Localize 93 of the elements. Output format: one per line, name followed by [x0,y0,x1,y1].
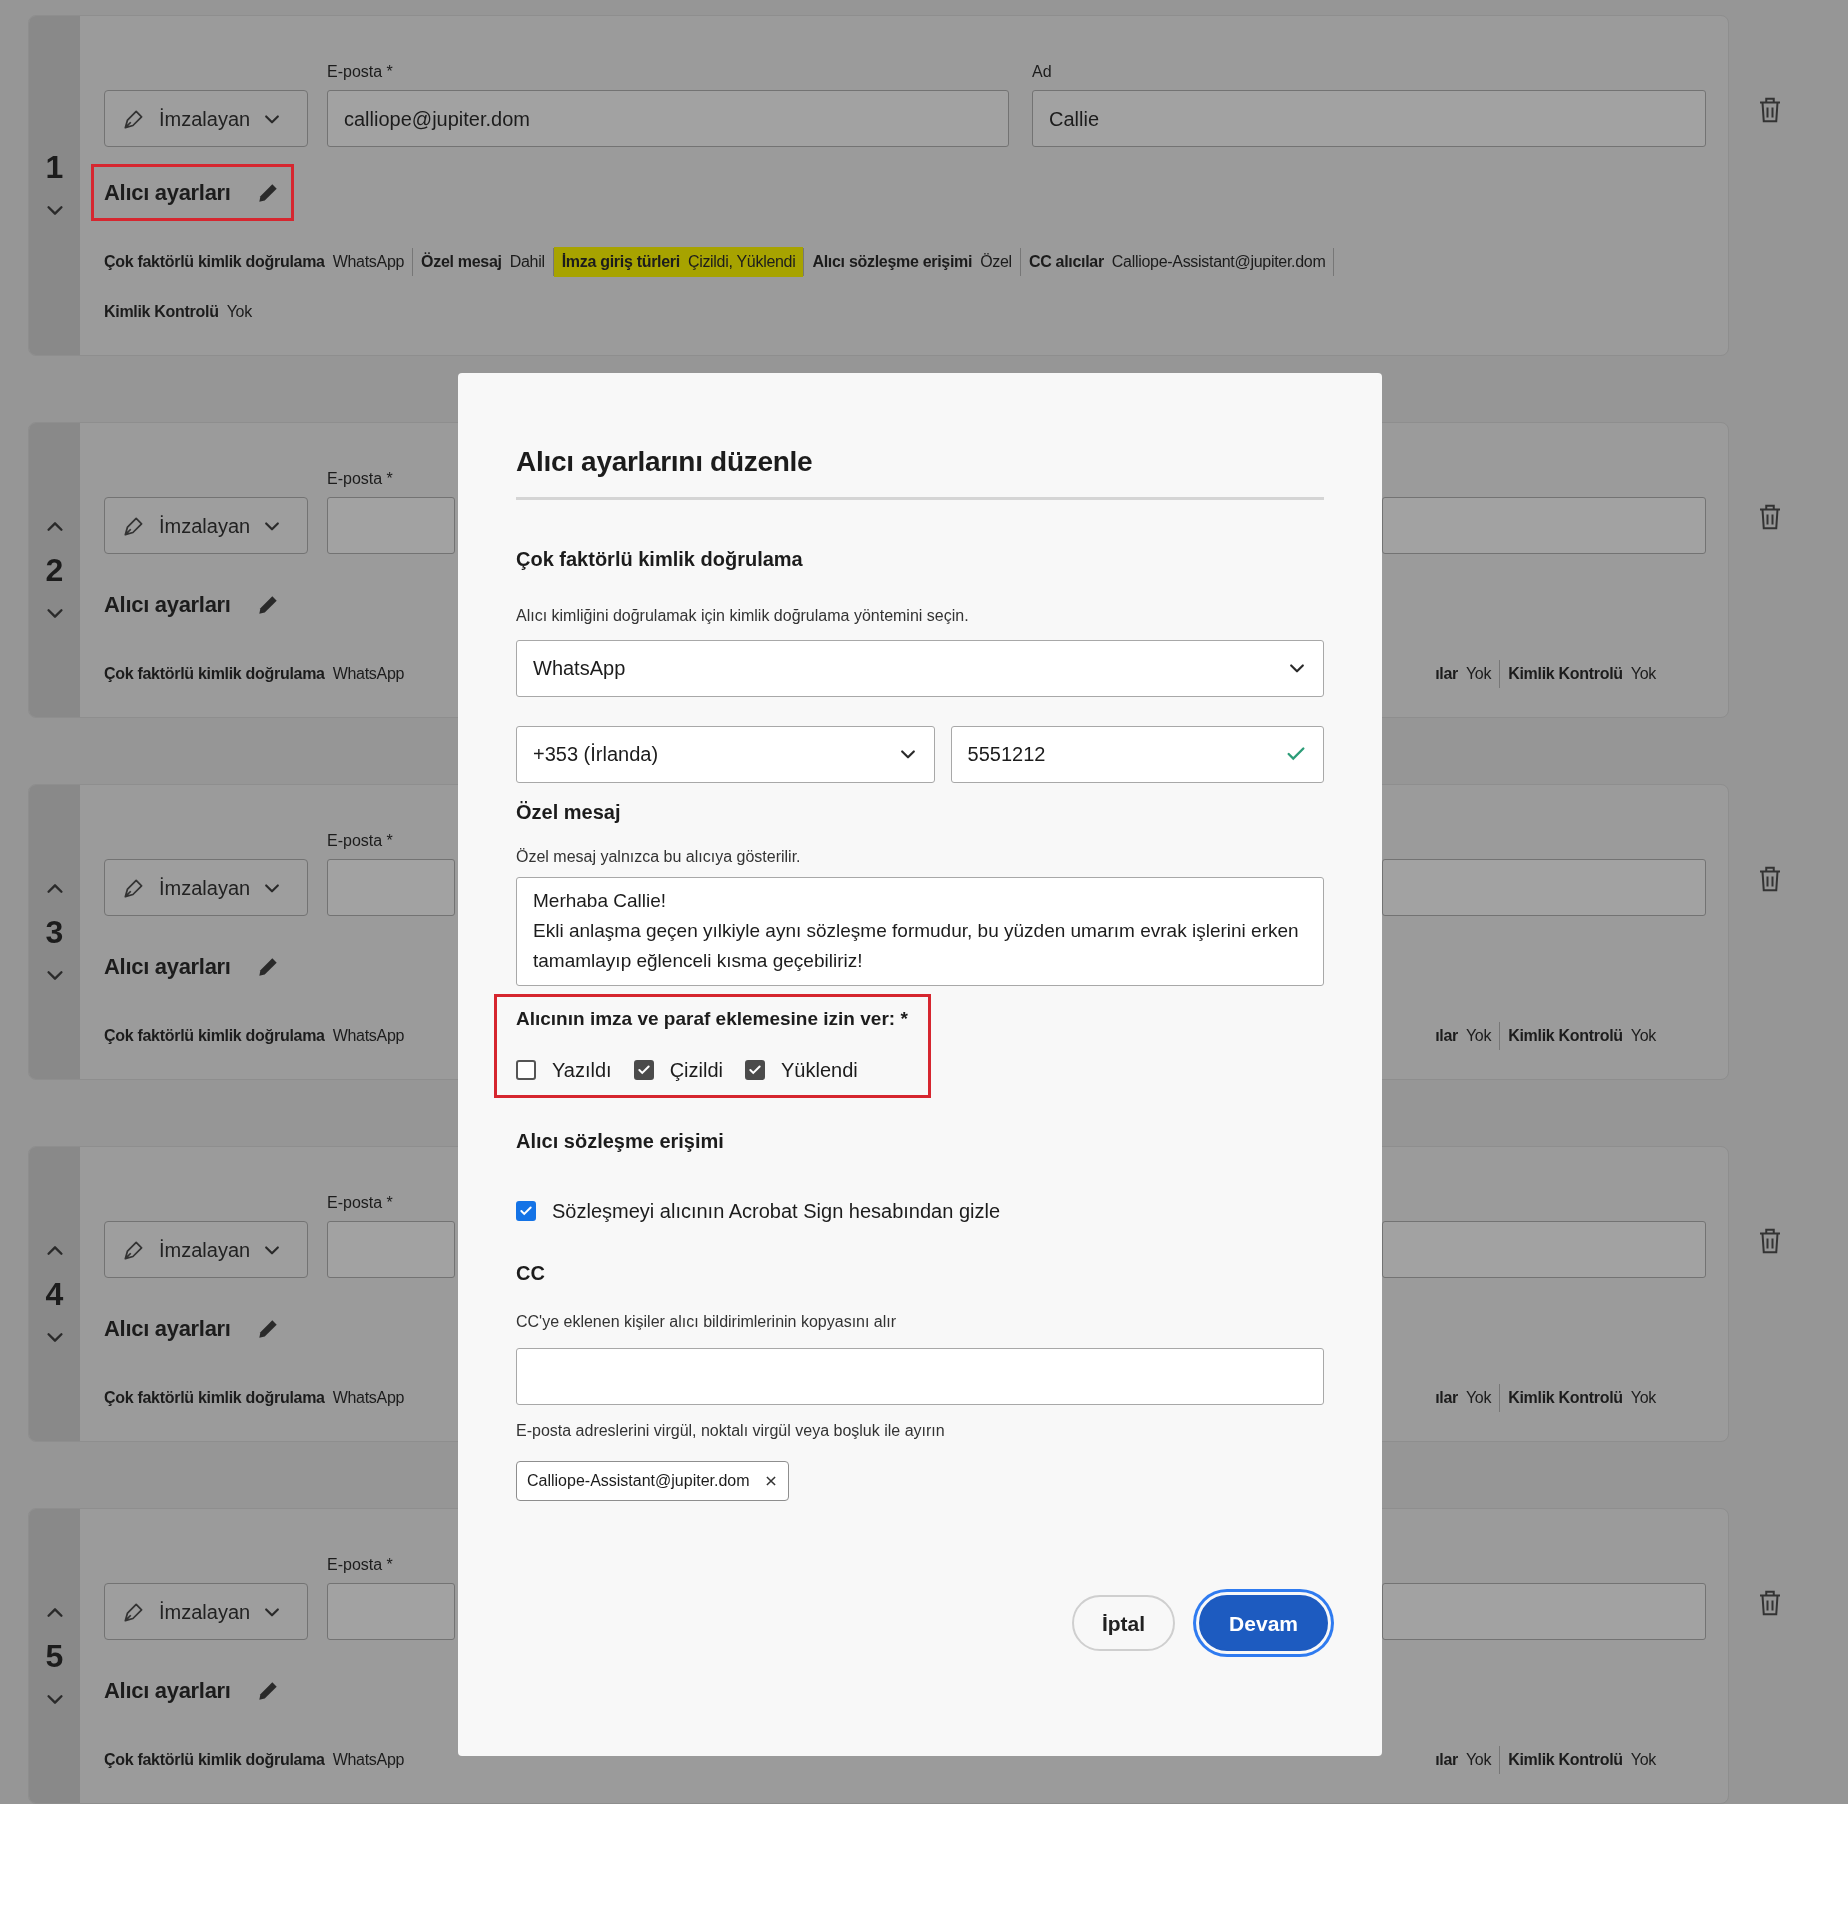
recipient-number: 2 [45,554,64,586]
role-dropdown[interactable]: İmzalayan [104,90,308,147]
summary-value: Yok [1630,664,1656,684]
summary-value: WhatsApp [332,1026,405,1046]
section-title: Alıcı ayarları [104,591,231,619]
email-field[interactable] [327,859,455,916]
recipient-number: 1 [45,150,64,183]
summary-value: Çizildi, Yüklendi [687,252,796,272]
summary-value: Yok [1630,1026,1656,1046]
summary-value: Yok [1630,1750,1656,1770]
help-text: Özel mesaj yalnızca bu alıcıya gösterilir. [516,846,802,867]
summary-value: Yok [1465,1388,1492,1408]
help-text: E-posta adreslerini virgül, noktalı virgül veya boşluk ile ayırın [516,1421,946,1442]
summary-label: Kimlik Kontrolü [1508,664,1623,684]
phone-field[interactable]: 5551212 [950,725,1324,783]
role-dropdown[interactable]: İmzalayan [104,1583,308,1640]
role-dropdown[interactable]: İmzalayan [104,859,308,916]
summary-value: Yok [1465,1750,1492,1770]
email-chip: Calliope-Assistant@jupiter.dom [516,1461,789,1502]
section-heading: Çok faktörlü kimlik doğrulama [516,546,804,572]
section-title: Alıcı ayarları [104,1315,231,1343]
summary-value: Yok [1630,1388,1656,1408]
summary-label: Kimlik Kontrolü [104,302,219,322]
method-dropdown[interactable]: WhatsApp [516,639,1324,697]
summary-label: Çok faktörlü kimlik doğrulama [104,664,325,684]
help-text: CC'ye eklenen kişiler alıcı bildirimlerinin kopyasını alır [516,1312,898,1333]
checkbox-label: Yazıldı [552,1058,612,1084]
checkbox[interactable] [516,1060,536,1081]
checkbox[interactable] [633,1060,654,1081]
summary-value: Yok [226,302,252,322]
close-icon[interactable] [763,1474,778,1489]
recipient-number: 5 [45,1640,64,1672]
summary-value: Yok [1465,664,1492,684]
checkbox-label: Çizildi [669,1058,723,1084]
section-title: Alıcı ayarları [104,1677,231,1705]
summary-label: Kimlik Kontrolü [1508,1026,1623,1046]
checkbox-label: Sözleşmeyi alıcının Acrobat Sign hesabından gizle [552,1199,1001,1225]
summary-value: WhatsApp [332,664,405,684]
name-field[interactable] [1382,497,1706,554]
summary-value: Dahil [509,252,545,272]
message-field[interactable]: Merhaba Callie! Ekli anlaşma geçen yılkiyle aynı sözleşme formudur, bu yüzden umarım evrak işlerini erken tamamlayıp eğlenceli kısma geçebiliriz! [516,876,1324,986]
summary-label: ılar [1435,1750,1458,1770]
summary-value: Calliope-Assistant@jupiter.dom [1111,252,1326,272]
recipient-number: 3 [45,916,64,948]
summary-value: WhatsApp [332,252,405,272]
cancel-button[interactable]: İptal [1071,1595,1176,1652]
checkbox[interactable] [516,1201,536,1222]
section-title: Alıcı ayarları [104,953,231,981]
field-label: E-posta * [327,831,394,851]
name-field[interactable] [1382,1221,1706,1278]
field-label: E-posta * [327,1193,394,1213]
summary-label: CC alıcılar [1028,252,1104,272]
email-field[interactable] [327,1583,455,1640]
email-field[interactable] [327,497,455,554]
summary-label: Çok faktörlü kimlik doğrulama [104,1026,325,1046]
cc-field[interactable] [516,1348,1324,1406]
summary-label: ılar [1435,1026,1458,1046]
recipient-number: 4 [45,1278,64,1310]
help-text: Alıcı kimliğini doğrulamak için kimlik doğrulama yöntemini seçin. [516,605,970,626]
email-field[interactable] [327,1221,455,1278]
summary-value: Yok [1465,1026,1492,1046]
summary-label: ılar [1435,1388,1458,1408]
summary-label: Kimlik Kontrolü [1508,1388,1623,1408]
field-label: E-posta * [327,62,394,82]
section-heading: Alıcı sözleşme erişimi [516,1129,725,1155]
summary-label: İmza giriş türleri [561,252,680,272]
field-label: E-posta * [327,469,394,489]
section-title: Alıcı ayarları [104,179,231,207]
name-field[interactable] [1382,859,1706,916]
name-field[interactable] [1382,1583,1706,1640]
summary-label: Çok faktörlü kimlik doğrulama [104,252,325,272]
summary-label: Özel mesaj [421,251,502,272]
checkbox[interactable] [745,1060,765,1081]
role-dropdown[interactable]: İmzalayan [104,1221,308,1278]
email-field[interactable]: calliope@jupiter.dom [327,90,1009,147]
summary-value: WhatsApp [332,1388,405,1408]
section-heading: CC [516,1261,546,1287]
summary-label: Çok faktörlü kimlik doğrulama [104,1750,325,1770]
checkbox-label: Yüklendi [781,1058,858,1084]
field-label: E-posta * [327,1555,394,1575]
dialog-title: Alıcı ayarlarını düzenle [516,445,1324,500]
field-label: Alıcının imza ve paraf eklemesine izin ver: * [516,1006,908,1031]
summary-value: WhatsApp [332,1750,405,1770]
country-dropdown[interactable]: +353 (İrlanda) [516,725,935,783]
summary-value: Özel [980,252,1012,272]
summary-label: ılar [1435,664,1458,684]
role-dropdown[interactable]: İmzalayan [104,497,308,554]
field-label: Ad [1032,62,1053,82]
section-heading: Özel mesaj [516,799,622,825]
summary-label: Kimlik Kontrolü [1508,1750,1623,1770]
summary-label: Çok faktörlü kimlik doğrulama [104,1388,325,1408]
summary-label: Alıcı sözleşme erişimi [812,252,973,272]
name-field[interactable]: Callie [1032,90,1706,147]
